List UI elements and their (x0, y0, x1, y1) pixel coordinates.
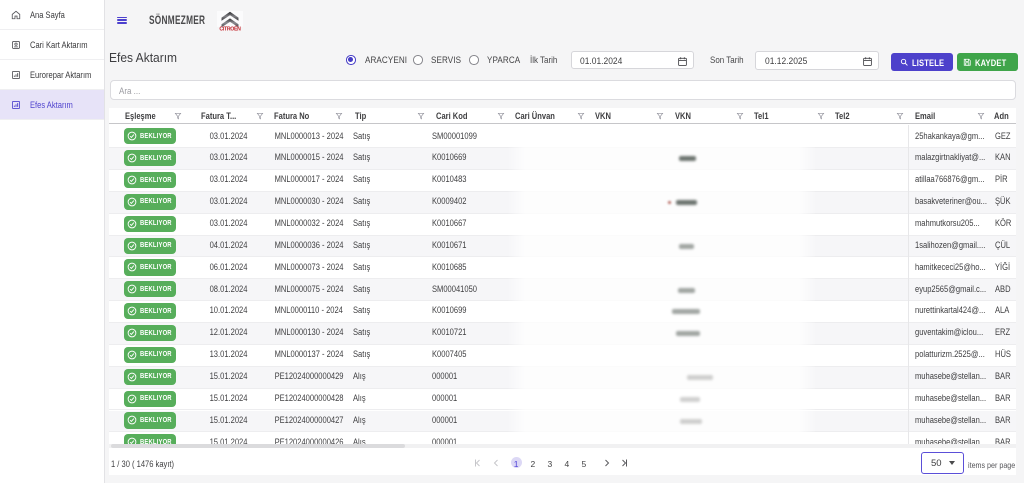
svg-text:CITROËN: CITROËN (219, 25, 241, 30)
